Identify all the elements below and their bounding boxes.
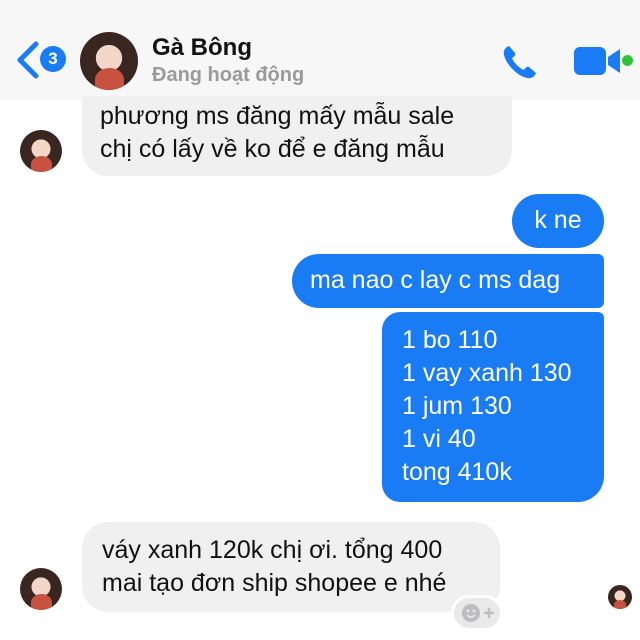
message-line: chị có lấy về ko để e đăng mẫu: [100, 135, 445, 163]
message-line: tong 410k: [402, 458, 512, 486]
active-status: Đang hoạt động: [152, 64, 305, 86]
message-line: ma nao c lay c ms dag: [310, 266, 561, 294]
message-bubble-incoming[interactable]: váy xanh 120k chị ơi. tổng 400 mai tạo đ…: [82, 522, 500, 612]
online-indicator: [622, 55, 633, 66]
contact-name[interactable]: Gà Bông: [152, 34, 252, 62]
call-button[interactable]: [500, 42, 540, 82]
message-line: 1 bo 110: [402, 326, 498, 354]
conversation-header: 3 Gà Bông Đang hoạt động: [0, 0, 640, 100]
sender-avatar[interactable]: [20, 568, 62, 610]
read-receipt-avatar: [608, 585, 632, 609]
sender-avatar[interactable]: [20, 130, 62, 172]
video-call-button[interactable]: [572, 44, 624, 78]
message-line: 1 vay xanh 130: [402, 359, 572, 387]
phone-icon: [503, 46, 536, 79]
message-line: váy xanh 120k chị ơi. tổng 400: [102, 536, 443, 564]
message-bubble-outgoing[interactable]: k ne: [512, 194, 604, 248]
message-bubble-outgoing[interactable]: ma nao c lay c ms dag: [292, 254, 604, 308]
message-bubble-outgoing[interactable]: 1 bo 110 1 vay xanh 130 1 jum 130 1 vi 4…: [382, 312, 604, 502]
message-bubble-incoming[interactable]: phương ms đăng mấy mẫu sale chị có lấy v…: [82, 96, 512, 176]
video-camera-icon: [574, 47, 620, 75]
contact-avatar[interactable]: [80, 32, 138, 90]
message-line: 1 jum 130: [402, 392, 512, 420]
unread-count-badge[interactable]: 3: [40, 46, 66, 72]
message-line: k ne: [534, 206, 582, 234]
message-line: 1 vi 40: [402, 425, 476, 453]
message-line: phương ms đăng mấy mẫu sale: [100, 102, 455, 130]
add-reaction-button[interactable]: [454, 598, 500, 628]
add-reaction-icon: [462, 604, 495, 622]
message-line: mai tạo đơn ship shopee e nhé: [102, 569, 447, 597]
